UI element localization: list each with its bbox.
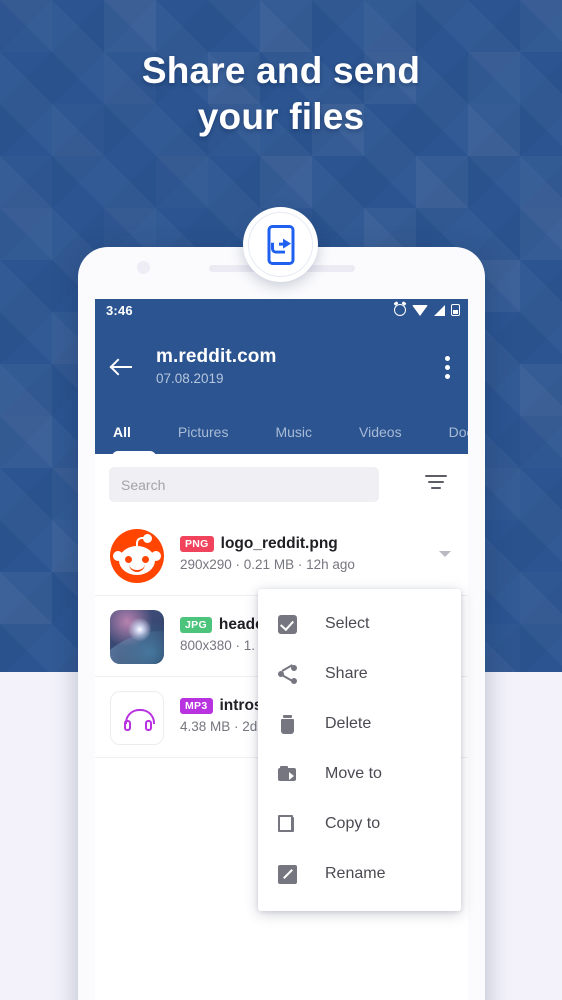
tab-music[interactable]: Music [275,424,312,440]
tab-pictures[interactable]: Pictures [178,424,229,440]
wifi-icon [412,304,428,316]
tab-bar: All Pictures Music Videos Doc [95,410,468,454]
file-meta: PNG logo_reddit.png 290x290 · 0.21 MB · … [180,535,424,572]
menu-item-label: Delete [325,715,372,732]
context-menu: Select Share Delete Move to Copy to Rena… [258,589,461,911]
menu-item-delete[interactable]: Delete [258,699,461,749]
trash-icon [278,714,297,734]
status-bar: 3:46 [95,299,468,324]
file-type-badge: PNG [180,536,214,552]
reddit-logo-thumbnail [110,529,164,583]
file-name: intros [219,697,263,714]
menu-item-select[interactable]: Select [258,599,461,649]
phone-front-camera [137,261,150,274]
app-bar-title: m.reddit.com [156,346,277,367]
checkbox-checked-icon [278,614,297,634]
share-icon [278,663,297,684]
page-title: Share and send your files [0,48,562,140]
tab-all[interactable]: All [113,424,131,440]
headline-line-2: your files [197,96,365,137]
folder-move-icon [278,765,297,784]
menu-item-share[interactable]: Share [258,649,461,699]
file-type-badge: JPG [180,617,212,633]
phone-share-icon [243,207,318,282]
nebula-image-thumbnail [110,610,164,664]
search-row [95,454,468,516]
file-name: logo_reddit.png [220,535,338,552]
app-bar-subtitle: 07.08.2019 [156,371,224,386]
menu-item-label: Rename [325,865,386,882]
tab-documents[interactable]: Doc [449,424,468,440]
menu-item-label: Select [325,615,370,632]
menu-item-label: Copy to [325,815,381,832]
file-details: 290x290 · 0.21 MB · 12h ago [180,557,355,572]
signal-icon [434,304,445,316]
menu-item-rename[interactable]: Rename [258,849,461,899]
chevron-down-icon[interactable] [439,551,451,557]
search-field-wrapper[interactable] [109,467,379,502]
menu-item-label: Share [325,665,368,682]
promo-screenshot: Share and send your files 3:46 m.reddit.… [0,0,562,1000]
file-type-badge: MP3 [180,698,213,714]
search-input[interactable] [109,467,379,502]
status-bar-time: 3:46 [106,303,133,318]
pencil-icon [278,864,297,884]
sort-filter-icon[interactable] [425,475,447,489]
copy-icon [278,814,297,834]
app-bar-titles: m.reddit.com 07.08.2019 [156,346,277,386]
back-arrow-icon[interactable] [111,356,133,378]
menu-item-copy-to[interactable]: Copy to [258,799,461,849]
alarm-icon [394,304,406,316]
menu-item-move-to[interactable]: Move to [258,749,461,799]
table-row[interactable]: PNG logo_reddit.png 290x290 · 0.21 MB · … [95,515,468,596]
kebab-menu-icon[interactable] [445,356,450,379]
battery-icon [451,304,460,316]
headphone-icon-thumbnail [110,691,164,745]
tab-videos[interactable]: Videos [359,424,402,440]
headline-line-1: Share and send [141,50,421,91]
menu-item-label: Move to [325,765,382,782]
app-bar: m.reddit.com 07.08.2019 [95,324,468,410]
status-bar-icons [394,304,460,316]
